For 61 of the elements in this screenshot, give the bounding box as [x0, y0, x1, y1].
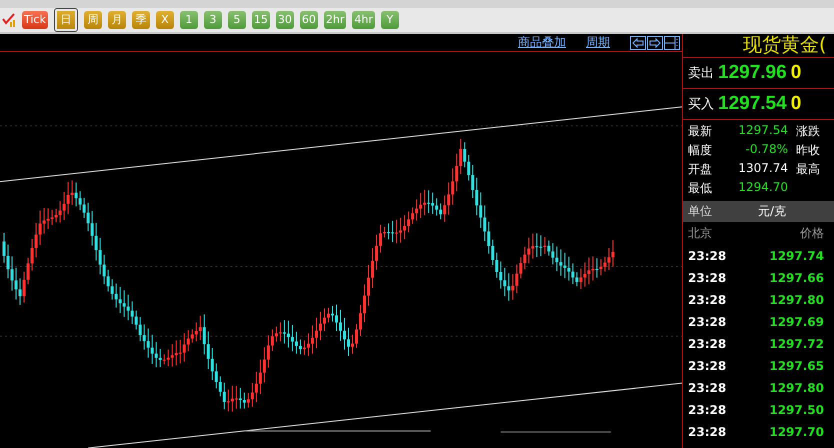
- quote-price: 1297.96: [718, 62, 787, 84]
- tick-time: 23:28: [688, 425, 726, 439]
- stat-value: 1297.54: [737, 123, 788, 139]
- period-button[interactable]: 4hr: [352, 11, 375, 29]
- unit-value: 元/克: [758, 203, 786, 220]
- stat-value: -0.78%: [744, 142, 788, 158]
- stat-value: 1307.74: [737, 161, 788, 177]
- period-button[interactable]: 3: [204, 11, 222, 29]
- column-header: 北京: [688, 225, 712, 242]
- tick-price: 1297.66: [769, 271, 824, 285]
- tick-price: 1297.50: [769, 403, 824, 417]
- period-button[interactable]: 月: [108, 11, 126, 29]
- quote-label: 卖出: [688, 65, 714, 82]
- quote-price: 1297.54: [718, 93, 787, 115]
- stat-label: 幅度: [688, 142, 713, 159]
- column-header: 价格: [800, 225, 824, 242]
- tick-price: 1297.70: [769, 425, 824, 439]
- chart-icon[interactable]: [2, 13, 16, 27]
- stat-label: 昨收: [795, 142, 818, 159]
- tick-price: 1297.74: [769, 249, 824, 263]
- tick-price: 1297.80: [769, 293, 824, 307]
- tick-price: 1297.80: [769, 381, 824, 395]
- tick-time: 23:28: [688, 337, 726, 351]
- stat-value: 1294.70: [737, 180, 788, 196]
- quote-volume: 0: [790, 93, 802, 115]
- layout-icon[interactable]: [664, 36, 680, 50]
- chart-link[interactable]: 商品叠加: [518, 34, 566, 51]
- period-button[interactable]: 5: [228, 11, 246, 29]
- stat-label: 涨跌: [795, 123, 818, 140]
- left-arrow-icon[interactable]: [630, 36, 646, 50]
- period-button[interactable]: 季: [132, 11, 150, 29]
- tick-time: 23:28: [688, 359, 726, 373]
- period-button[interactable]: Tick: [22, 11, 48, 29]
- tick-price: 1297.72: [769, 337, 824, 351]
- chart-link[interactable]: 周期: [586, 34, 610, 51]
- unit-label: 单位: [688, 203, 713, 220]
- stat-label: 最高: [795, 161, 818, 178]
- period-button[interactable]: 2hr: [324, 11, 346, 29]
- tick-time: 23:28: [688, 271, 726, 285]
- tick-time: 23:28: [688, 249, 726, 263]
- tick-time: 23:28: [688, 403, 726, 417]
- period-button[interactable]: 周: [84, 11, 102, 29]
- tick-time: 23:28: [688, 315, 726, 329]
- quote-volume: 0: [790, 62, 802, 84]
- stat-label: 最低: [688, 180, 713, 197]
- period-button[interactable]: 1: [180, 11, 198, 29]
- stat-label: 最新: [688, 123, 713, 140]
- period-button[interactable]: X: [156, 11, 174, 29]
- period-button[interactable]: 60: [300, 11, 318, 29]
- quote-label: 买入: [688, 96, 714, 113]
- stat-label: 开盘: [688, 161, 713, 178]
- period-button[interactable]: Y: [380, 11, 399, 29]
- tick-price: 1297.65: [769, 359, 824, 373]
- right-arrow-icon[interactable]: [647, 36, 663, 50]
- tick-price: 1297.69: [769, 315, 824, 329]
- tick-time: 23:28: [688, 293, 726, 307]
- instrument-title: 现货黄金(: [683, 34, 834, 58]
- period-button[interactable]: 30: [276, 11, 294, 29]
- period-button[interactable]: 15: [252, 11, 270, 29]
- period-button[interactable]: 日: [54, 8, 78, 32]
- tick-time: 23:28: [688, 381, 726, 395]
